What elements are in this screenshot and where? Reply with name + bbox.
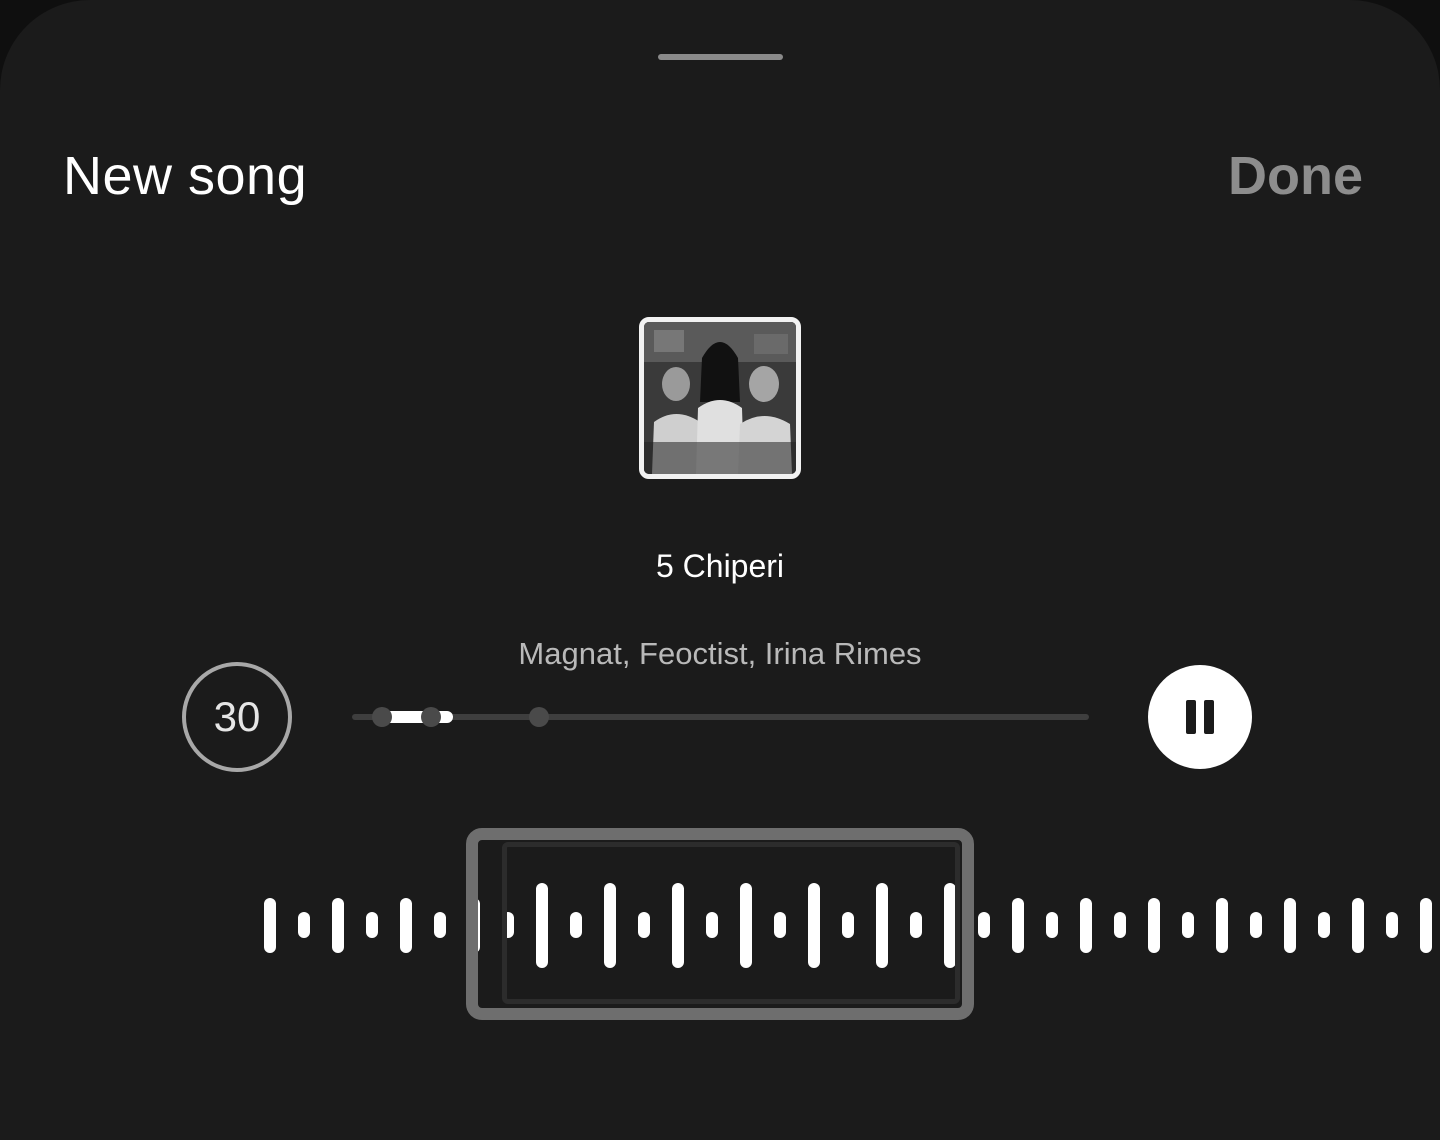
waveform-bar (1080, 897, 1092, 953)
sheet-grabber[interactable] (658, 54, 783, 60)
album-cover-art (644, 322, 796, 474)
waveform-bar (978, 912, 990, 938)
waveform-bar (1182, 912, 1194, 938)
waveform-bar (1420, 897, 1432, 953)
waveform-bar (1318, 912, 1330, 938)
waveform-bar (434, 912, 446, 938)
track-marker (421, 707, 441, 727)
done-button[interactable]: Done (1228, 145, 1363, 207)
page-title: New song (63, 146, 308, 206)
waveform-bar (332, 897, 344, 953)
waveform-bar (1386, 912, 1398, 938)
waveform-bar (1352, 897, 1364, 953)
track-marker (372, 707, 392, 727)
waveform-bar (1046, 912, 1058, 938)
pause-icon-bar (1204, 700, 1214, 734)
waveform-bar (1114, 912, 1126, 938)
waveform-bar (298, 912, 310, 938)
waveform-bar (1216, 897, 1228, 953)
playback-track[interactable] (352, 714, 1089, 720)
album-cover (639, 317, 801, 479)
song-picker-sheet: New song Done 5 Chiperi Magnat, Feoctist… (0, 0, 1440, 1140)
playback-progress (383, 711, 454, 723)
waveform-bar (1012, 897, 1024, 953)
waveform-bar (366, 912, 378, 938)
waveform-bar (1284, 897, 1296, 953)
pause-button[interactable] (1148, 665, 1252, 769)
waveform-bar (400, 897, 412, 953)
clip-duration-button[interactable]: 30 (182, 662, 292, 772)
pause-icon (1186, 700, 1196, 734)
waveform-bar (1250, 912, 1262, 938)
track-marker (529, 707, 549, 727)
waveform-bar (1148, 897, 1160, 953)
clip-selector[interactable] (466, 828, 974, 1020)
waveform-bar (264, 897, 276, 953)
song-title: 5 Chiperi (655, 548, 785, 584)
